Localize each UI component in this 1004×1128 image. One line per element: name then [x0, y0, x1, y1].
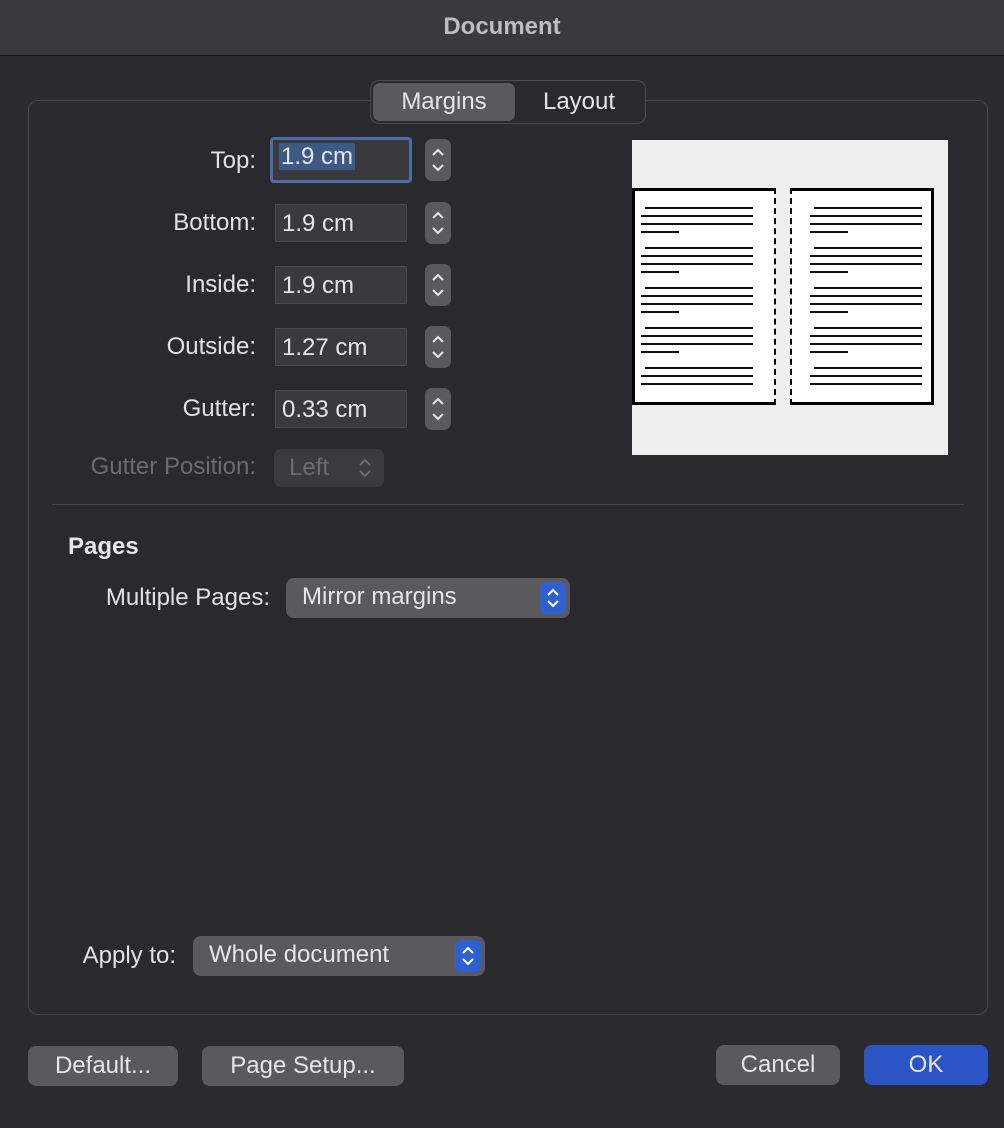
popup-arrows [540, 582, 566, 614]
preview-text-line [810, 295, 922, 297]
bottom-margin-field[interactable]: 1.9 cm [275, 204, 407, 242]
multiple-pages-value: Mirror margins [302, 583, 457, 610]
tab-margins[interactable]: Margins [373, 83, 515, 121]
gutter-field[interactable]: 0.33 cm [275, 390, 407, 428]
outside-margin-stepper[interactable] [425, 326, 451, 368]
preview-text-line [641, 383, 753, 385]
apply-to-value: Whole document [209, 941, 390, 968]
inside-label: Inside: [185, 271, 256, 298]
preview-text-line [814, 287, 922, 289]
preview-text-line [641, 215, 753, 217]
popup-arrows [455, 940, 481, 972]
gutter-position-select: Left [274, 449, 384, 487]
preview-text-line [810, 303, 922, 305]
preview-text-line [645, 247, 753, 249]
preview-text-line [641, 271, 679, 273]
preview-text-line [641, 263, 753, 265]
stepper-arrows-icon [432, 397, 444, 421]
chevron-updown-icon [462, 946, 474, 966]
apply-to-label: Apply to: [82, 942, 176, 969]
stepper-arrows-icon [432, 273, 444, 297]
preview-text-line [810, 343, 922, 345]
chevron-updown-icon [547, 588, 559, 608]
preview-text-line [810, 351, 848, 353]
chevron-updown-icon [359, 458, 371, 478]
bottom-margin-stepper[interactable] [425, 202, 451, 244]
inside-margin-stepper[interactable] [425, 264, 451, 306]
preview-text-line [641, 295, 753, 297]
inside-margin-field[interactable]: 1.9 cm [275, 266, 407, 304]
preview-text-line [645, 287, 753, 289]
preview-text-line [641, 351, 679, 353]
preview-text-line [641, 343, 753, 345]
outside-margin-field[interactable]: 1.27 cm [275, 328, 407, 366]
ok-button[interactable]: OK [864, 1045, 988, 1085]
tab-bar: Margins Layout [370, 80, 646, 124]
gutter-label: Gutter: [182, 395, 256, 422]
preview-text-line [810, 311, 848, 313]
preview-text-line [814, 247, 922, 249]
preview-left-page [632, 188, 776, 405]
preview-right-page [790, 188, 934, 405]
stepper-arrows-icon [432, 335, 444, 359]
page-setup-button[interactable]: Page Setup... [202, 1046, 404, 1086]
preview-text-line [645, 327, 753, 329]
preview-text-line [641, 311, 679, 313]
multiple-pages-label: Multiple Pages: [105, 584, 270, 611]
outside-label: Outside: [166, 333, 256, 360]
preview-text-line [810, 383, 922, 385]
window-title: Document [443, 13, 561, 40]
preview-text-line [641, 231, 679, 233]
preview-text-line [810, 335, 922, 337]
title-bar: Document [0, 0, 1004, 56]
cancel-button[interactable]: Cancel [716, 1045, 840, 1085]
top-margin-stepper[interactable] [425, 139, 451, 181]
preview-text-line [641, 335, 753, 337]
gutter-position-label: Gutter Position: [90, 453, 256, 480]
default-button[interactable]: Default... [28, 1046, 178, 1086]
top-margin-field[interactable]: 1.9 cm [270, 137, 412, 183]
section-divider [52, 504, 964, 505]
preview-text-line [810, 255, 922, 257]
preview-text-line [814, 367, 922, 369]
pages-section-title: Pages [68, 533, 139, 560]
preview-text-line [645, 367, 753, 369]
preview-text-line [810, 263, 922, 265]
preview-text-line [810, 231, 848, 233]
preview-text-line [814, 207, 922, 209]
preview-text-line [645, 207, 753, 209]
preview-text-line [814, 327, 922, 329]
preview-text-line [810, 223, 922, 225]
preview-text-line [810, 271, 848, 273]
gutter-stepper[interactable] [425, 388, 451, 430]
preview-text-line [641, 375, 753, 377]
preview-text-line [641, 303, 753, 305]
page-preview [632, 140, 948, 455]
preview-text-line [641, 223, 753, 225]
preview-text-line [810, 215, 922, 217]
preview-text-line [810, 375, 922, 377]
multiple-pages-popup[interactable]: Mirror margins [286, 578, 570, 618]
gutter-position-value: Left [289, 454, 330, 481]
preview-text-line [641, 255, 753, 257]
stepper-arrows-icon [432, 148, 444, 172]
top-label: Top: [210, 147, 256, 174]
apply-to-popup[interactable]: Whole document [193, 936, 485, 976]
top-margin-value: 1.9 cm [279, 143, 356, 170]
tab-layout[interactable]: Layout [515, 83, 643, 121]
bottom-label: Bottom: [173, 209, 256, 236]
stepper-arrows-icon [432, 211, 444, 235]
